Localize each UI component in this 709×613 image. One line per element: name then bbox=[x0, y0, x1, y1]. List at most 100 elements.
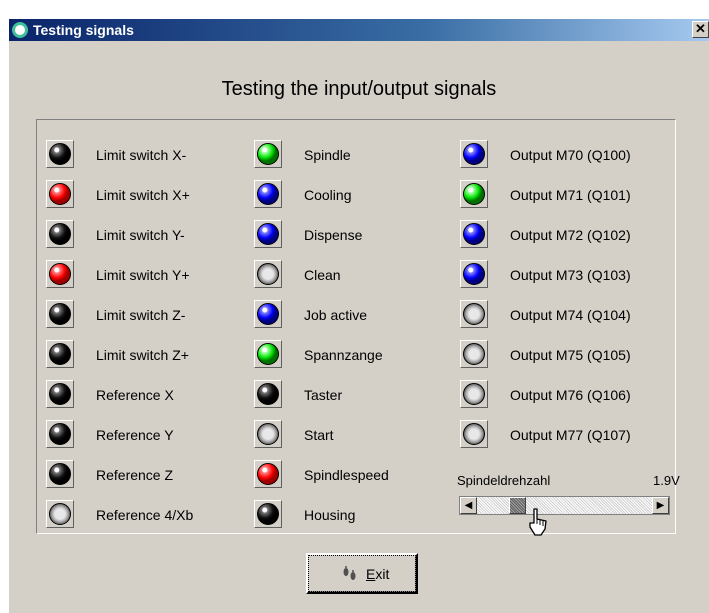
signal-indicator[interactable] bbox=[46, 220, 74, 248]
mouse-cursor-icon bbox=[529, 508, 547, 536]
signal-label: Limit switch Y- bbox=[96, 227, 185, 243]
close-button[interactable]: ✕ bbox=[692, 21, 709, 38]
led-blue-icon bbox=[257, 223, 279, 245]
signal-row: Spannzange bbox=[254, 340, 454, 368]
testing-signals-window: Testing signals ✕ Testing the input/outp… bbox=[9, 19, 709, 613]
signal-indicator[interactable] bbox=[254, 420, 282, 448]
led-black-icon bbox=[49, 303, 71, 325]
signal-indicator[interactable] bbox=[254, 300, 282, 328]
title-bar[interactable]: Testing signals ✕ bbox=[9, 19, 709, 41]
led-blue-icon bbox=[463, 143, 485, 165]
signal-label: Limit switch Z- bbox=[96, 307, 186, 323]
window-title: Testing signals bbox=[33, 22, 134, 38]
signal-row: Limit switch Y- bbox=[46, 220, 246, 248]
signal-indicator[interactable] bbox=[46, 180, 74, 208]
exit-footprints-icon bbox=[343, 566, 356, 580]
signal-label: Limit switch Y+ bbox=[96, 267, 190, 283]
led-black-icon bbox=[49, 463, 71, 485]
led-black-icon bbox=[49, 343, 71, 365]
led-blue-icon bbox=[257, 303, 279, 325]
signal-label: Output M72 (Q102) bbox=[510, 227, 631, 243]
scrollbar-thumb[interactable] bbox=[508, 497, 526, 514]
signal-indicator[interactable] bbox=[254, 500, 282, 528]
signal-indicator[interactable] bbox=[460, 180, 488, 208]
signal-indicator[interactable] bbox=[254, 140, 282, 168]
led-black-icon bbox=[49, 383, 71, 405]
signal-indicator[interactable] bbox=[46, 460, 74, 488]
signal-row: Limit switch Z- bbox=[46, 300, 246, 328]
signal-indicator[interactable] bbox=[460, 340, 488, 368]
signal-label: Output M75 (Q105) bbox=[510, 347, 631, 363]
app-icon bbox=[12, 22, 28, 38]
signal-label: Limit switch X+ bbox=[96, 187, 190, 203]
signal-label: Start bbox=[304, 427, 334, 443]
signal-row: Output M74 (Q104) bbox=[460, 300, 660, 328]
signal-indicator[interactable] bbox=[254, 380, 282, 408]
signal-label: Cooling bbox=[304, 187, 352, 203]
signal-indicator[interactable] bbox=[46, 140, 74, 168]
signal-label: Clean bbox=[304, 267, 341, 283]
led-red-icon bbox=[49, 263, 71, 285]
signal-indicator[interactable] bbox=[46, 340, 74, 368]
signal-indicator[interactable] bbox=[46, 500, 74, 528]
led-gray-icon bbox=[463, 383, 485, 405]
signal-row: Output M73 (Q103) bbox=[460, 260, 660, 288]
signal-row: Output M75 (Q105) bbox=[460, 340, 660, 368]
scroll-right-button[interactable]: ▶ bbox=[652, 497, 669, 514]
spindle-speed-label: Spindeldrehzahl bbox=[457, 473, 551, 488]
signal-label: Taster bbox=[304, 387, 343, 403]
signal-row: Reference X bbox=[46, 380, 246, 408]
signal-indicator[interactable] bbox=[46, 380, 74, 408]
exit-button[interactable]: Exit bbox=[306, 553, 418, 594]
focus-rectangle: Exit bbox=[308, 555, 416, 592]
signal-label: Output M74 (Q104) bbox=[510, 307, 631, 323]
led-blue-icon bbox=[463, 263, 485, 285]
signal-indicator[interactable] bbox=[460, 260, 488, 288]
led-black-icon bbox=[49, 423, 71, 445]
signal-label: Reference Y bbox=[96, 427, 174, 443]
signal-row: Limit switch Y+ bbox=[46, 260, 246, 288]
signal-indicator[interactable] bbox=[254, 220, 282, 248]
led-green-icon bbox=[463, 183, 485, 205]
signal-indicator[interactable] bbox=[460, 420, 488, 448]
led-gray-icon bbox=[257, 423, 279, 445]
spindle-speed-value: 1.9V bbox=[653, 473, 680, 488]
signal-row: Start bbox=[254, 420, 454, 448]
led-black-icon bbox=[257, 503, 279, 525]
signal-indicator[interactable] bbox=[254, 180, 282, 208]
signal-label: Output M71 (Q101) bbox=[510, 187, 631, 203]
signal-row: Limit switch Z+ bbox=[46, 340, 246, 368]
signal-indicator[interactable] bbox=[254, 340, 282, 368]
signal-indicator[interactable] bbox=[46, 420, 74, 448]
signal-indicator[interactable] bbox=[460, 300, 488, 328]
scroll-left-button[interactable]: ◀ bbox=[460, 497, 477, 514]
led-blue-icon bbox=[463, 223, 485, 245]
led-green-icon bbox=[257, 143, 279, 165]
signal-label: Housing bbox=[304, 507, 356, 523]
signal-indicator[interactable] bbox=[254, 260, 282, 288]
signal-indicator[interactable] bbox=[46, 260, 74, 288]
led-gray-icon bbox=[463, 423, 485, 445]
signal-row: Reference Z bbox=[46, 460, 246, 488]
led-gray-icon bbox=[257, 263, 279, 285]
signal-label: Dispense bbox=[304, 227, 363, 243]
led-blue-icon bbox=[257, 183, 279, 205]
signal-label: Output M70 (Q100) bbox=[510, 147, 631, 163]
spindle-speed-scrollbar[interactable]: ◀ ▶ bbox=[459, 496, 670, 515]
led-gray-icon bbox=[463, 303, 485, 325]
signal-label: Spannzange bbox=[304, 347, 383, 363]
signal-row: Output M76 (Q106) bbox=[460, 380, 660, 408]
signal-row: Spindle bbox=[254, 140, 454, 168]
signal-indicator[interactable] bbox=[460, 140, 488, 168]
signal-indicator[interactable] bbox=[254, 460, 282, 488]
signal-indicator[interactable] bbox=[46, 300, 74, 328]
signal-row: Clean bbox=[254, 260, 454, 288]
signal-row: Job active bbox=[254, 300, 454, 328]
exit-label: Exit bbox=[366, 566, 390, 582]
signal-indicator[interactable] bbox=[460, 220, 488, 248]
signal-label: Limit switch Z+ bbox=[96, 347, 189, 363]
signal-row: Output M71 (Q101) bbox=[460, 180, 660, 208]
signal-label: Reference 4/Xb bbox=[96, 507, 194, 523]
signal-indicator[interactable] bbox=[460, 380, 488, 408]
signal-row: Limit switch X- bbox=[46, 140, 246, 168]
